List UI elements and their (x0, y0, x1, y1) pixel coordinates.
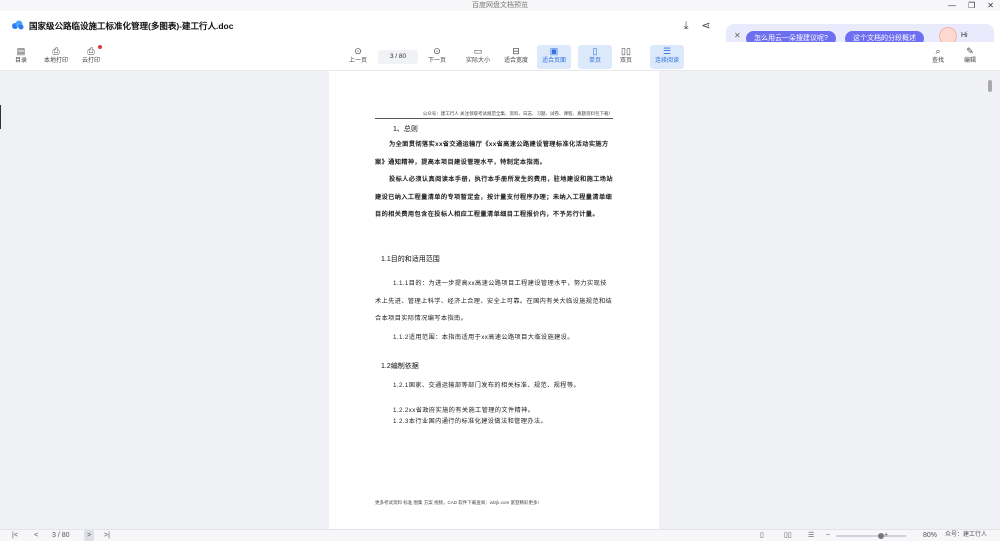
paragraph: 投标人必须认真阅读本手册，执行本手册所发生的费用，驻地建设和施工场站建设已纳入工… (375, 176, 613, 218)
download-icon[interactable]: ⤓ (679, 19, 693, 33)
fit-width-icon: ⊟ (512, 46, 520, 56)
viewer-toolbar: ▤ 目录 ⎙ 本地打印 ⎙ 云打印 ⊙ 上一页 3 / 80 ⊙ 下一页 ▭ 实… (0, 42, 1000, 71)
zoom-in-icon[interactable]: + (884, 530, 888, 541)
section-heading: 1、总则 (393, 126, 418, 133)
local-print-button[interactable]: ⎙ 本地打印 (39, 45, 73, 69)
edit-button[interactable]: ✎ 编辑 (953, 45, 987, 69)
toc-button[interactable]: ▤ 目录 (4, 45, 38, 69)
paragraph: 1.1.2适用范围：本指南适用于xx高速公路项目大临设施建设。 (393, 334, 574, 341)
fit-page-icon: ▣ (549, 46, 559, 56)
title-bar: 百度网盘文档预览 — ❐ ✕ (0, 0, 1000, 11)
last-page-icon[interactable]: >| (104, 530, 110, 541)
share-icon[interactable]: ⋖ (699, 19, 713, 33)
chevron-right-icon[interactable]: > (84, 530, 95, 541)
text-cursor (0, 105, 1, 129)
document-viewer-window: 百度网盘文档预览 — ❐ ✕ 国家级公路临设施工标准化管理(多图表)-建工行人.… (0, 0, 1000, 541)
double-page-icon[interactable]: ▯▯ (784, 530, 792, 541)
cloud-logo-icon (12, 20, 24, 30)
cloud-print-icon: ⎙ (87, 46, 95, 56)
single-page-button[interactable]: ▯ 单页 (578, 45, 612, 69)
zoom-out-icon[interactable]: − (826, 530, 830, 541)
continuous-read-button[interactable]: ☰ 连续阅读 (650, 45, 684, 69)
arrow-up-icon: ⊙ (354, 46, 362, 56)
fit-width-button[interactable]: ⊟ 适合宽度 (499, 45, 533, 69)
pencil-icon: ✎ (966, 46, 974, 56)
vertical-scrollbar[interactable] (988, 80, 992, 92)
first-page-icon[interactable]: |< (12, 530, 18, 541)
zoom-level: 80% (923, 532, 938, 539)
paragraph: 1.2.3本行业国内通行的标准化建设做法和管理办法。 (393, 418, 548, 425)
single-page-icon: ▯ (592, 46, 598, 56)
double-page-button[interactable]: ▯▯ 双页 (609, 45, 643, 69)
printer-icon: ⎙ (52, 46, 60, 56)
page-number-input[interactable]: 3 / 80 (378, 50, 418, 64)
paragraph: 1.2.1国家、交通运输部等部门发布的相关标准、规范、规程等。 (393, 382, 581, 389)
arrow-down-icon: ⊙ (433, 46, 441, 56)
paragraph: 1.1.1目的：为进一步提高xx高速公路项目工程建设管理水平，努力实现技术上先进… (375, 280, 613, 322)
continuous-read-icon: ☰ (662, 46, 672, 56)
search-icon: ⌕ (935, 46, 941, 56)
assistant-greeting: Hi (961, 32, 968, 39)
restore-icon[interactable]: ❐ (968, 0, 975, 11)
continuous-read-icon[interactable]: ☰ (808, 530, 814, 541)
paragraph: 为全面贯彻落实xx省交通运输厅《xx省高速公路建设管理标准化活动实施方案》通知精… (375, 141, 609, 166)
page-header: 公众号：建工行人 关注领取考试规范全集、资料、日志、习题、试卷、课程、真题资料包… (375, 111, 613, 119)
zoom-slider[interactable] (836, 533, 906, 539)
watermark-text: 众号：建工行人 (945, 532, 988, 538)
notification-dot (98, 45, 102, 49)
section-heading: 1.1目的和适用范围 (381, 256, 440, 263)
document-header: 国家级公路临设施工标准化管理(多图表)-建工行人.doc ⤓ ⋖ ✕ 怎么用云一… (0, 11, 1000, 51)
chevron-left-icon[interactable]: < (34, 530, 38, 541)
status-bar: |< < 3 / 80 > >| ▯ ▯▯ ☰ − + 80% 众号：建工行人 (0, 529, 1000, 541)
window-controls: — ❐ ✕ (948, 0, 994, 11)
document-page: 公众号：建工行人 关注领取考试规范全集、资料、日志、习题、试卷、课程、真题资料包… (329, 71, 659, 529)
single-page-icon[interactable]: ▯ (760, 530, 764, 541)
app-title: 百度网盘文档预览 (472, 2, 528, 9)
actual-size-button[interactable]: ▭ 实际大小 (461, 45, 495, 69)
page-indicator[interactable]: 3 / 80 (52, 530, 70, 541)
double-page-icon: ▯▯ (621, 46, 631, 56)
next-page-button[interactable]: ⊙ 下一页 (420, 45, 454, 69)
actual-size-icon: ▭ (473, 46, 483, 56)
document-title: 国家级公路临设施工标准化管理(多图表)-建工行人.doc (29, 21, 234, 31)
list-icon: ▤ (16, 46, 26, 56)
section-heading: 1.2编制依据 (381, 363, 419, 370)
page-footer: 更多考试资料 标准 图集 方案 视频，CAD 软件下载查阅：wlzjk.com … (375, 500, 539, 505)
prev-page-button[interactable]: ⊙ 上一页 (341, 45, 375, 69)
cloud-print-button[interactable]: ⎙ 云打印 (74, 45, 108, 69)
search-button[interactable]: ⌕ 查找 (921, 45, 955, 69)
close-icon[interactable]: ✕ (987, 0, 994, 11)
minimize-icon[interactable]: — (948, 0, 956, 11)
fit-page-button[interactable]: ▣ 适合页面 (537, 45, 571, 69)
close-icon[interactable]: ✕ (734, 31, 741, 40)
